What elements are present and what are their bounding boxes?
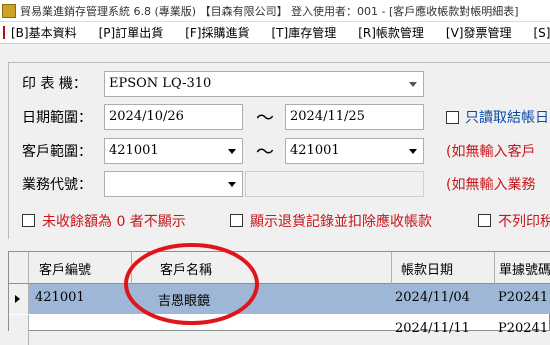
customer-to-select[interactable]: 421001 <box>285 138 424 164</box>
chevron-down-icon[interactable] <box>228 149 236 154</box>
date-to-input[interactable]: 2024/11/25 <box>285 104 424 130</box>
customer-range-separator: ～ <box>256 142 274 163</box>
printer-select[interactable]: EPSON LQ-310 <box>104 71 424 97</box>
menu-inventory[interactable]: [T]庫存管理 <box>272 24 337 41</box>
date-range-separator: ～ <box>256 108 274 129</box>
customer-range-label: 客戶範圍： <box>22 144 92 160</box>
grid-header: 客戶編號 客戶名稱 帳款日期 單據號碼 <box>9 252 550 284</box>
sales-hint: (如無輸入業務 <box>446 177 536 193</box>
sales-name-field <box>245 171 424 197</box>
menu-basic-data[interactable]: [B]基本資料 <box>11 24 77 41</box>
col-customer-id[interactable]: 客戶編號 <box>29 252 132 284</box>
col-date[interactable]: 帳款日期 <box>392 252 495 284</box>
customer-from-select[interactable]: 421001 <box>104 138 243 164</box>
table-row[interactable]: 421001 吉恩眼鏡 2024/11/04 P2024110 <box>9 284 550 314</box>
only-closed-checkbox[interactable] <box>446 111 459 124</box>
menu-accounts[interactable]: [R]帳款管理 <box>358 24 424 41</box>
date-from-input[interactable]: 2024/10/26 <box>104 104 243 130</box>
cell-doc-no: P2024111 <box>498 321 550 336</box>
chevron-down-icon[interactable] <box>228 182 236 187</box>
title-bar: 貿易業進銷存管理系統 6.8 (專業版) 【目森有限公司】 登入使用者：001 … <box>0 0 550 22</box>
no-zero-balance-checkbox[interactable] <box>22 214 35 227</box>
show-returns-checkbox[interactable] <box>230 214 243 227</box>
table-row[interactable]: 2024/11/11 P2024111 <box>9 315 550 345</box>
only-closed-label: 只讀取結帳日 <box>465 110 549 126</box>
sales-code-select[interactable] <box>104 171 243 197</box>
current-row-icon <box>15 295 20 303</box>
col-doc-no[interactable]: 單據號碼 <box>495 252 550 284</box>
customer-from-value: 421001 <box>109 143 159 158</box>
printer-label: 印 表 機： <box>22 76 87 92</box>
customer-hint: (如無輸入客戶 <box>446 144 536 160</box>
menu-purchasing[interactable]: [F]採購進貨 <box>185 24 249 41</box>
no-print-tax-checkbox[interactable] <box>478 214 491 227</box>
cell-customer-id <box>35 315 132 345</box>
menu-app-icon[interactable] <box>3 26 5 39</box>
cell-date: 2024/11/11 <box>395 321 470 336</box>
customer-to-value: 421001 <box>290 143 340 158</box>
date-range-label: 日期範圍： <box>22 110 92 126</box>
menu-invoices[interactable]: [V]發票管理 <box>446 24 512 41</box>
chevron-down-icon[interactable] <box>409 82 417 87</box>
no-zero-balance-label: 未收餘額為 0 者不顯示 <box>42 214 186 230</box>
menu-orders[interactable]: [P]訂單出貨 <box>99 24 164 41</box>
row-indicator <box>9 315 29 345</box>
no-print-tax-label: 不列印稅 <box>498 214 550 230</box>
chevron-down-icon[interactable] <box>409 149 417 154</box>
highlight-annotation-circle <box>124 243 259 325</box>
app-icon <box>2 3 16 18</box>
header-corner <box>9 252 29 284</box>
cell-customer-id: 421001 <box>35 290 85 305</box>
cell-date: 2024/11/04 <box>395 290 470 305</box>
row-indicator <box>9 284 29 314</box>
sales-code-label: 業務代號： <box>22 177 92 193</box>
printer-value: EPSON LQ-310 <box>109 76 212 91</box>
show-returns-label: 顯示退貨記錄並扣除應收帳款 <box>250 214 432 230</box>
menu-system[interactable]: [S]系統 <box>533 24 550 41</box>
result-grid[interactable]: 客戶編號 客戶名稱 帳款日期 單據號碼 421001 吉恩眼鏡 2024/11/… <box>8 251 550 345</box>
cell-doc-no: P2024110 <box>498 290 550 305</box>
menu-bar: [B]基本資料 [P]訂單出貨 [F]採購進貨 [T]庫存管理 [R]帳款管理 … <box>0 22 550 44</box>
window-title: 貿易業進銷存管理系統 6.8 (專業版) 【目森有限公司】 登入使用者：001 … <box>20 4 519 18</box>
